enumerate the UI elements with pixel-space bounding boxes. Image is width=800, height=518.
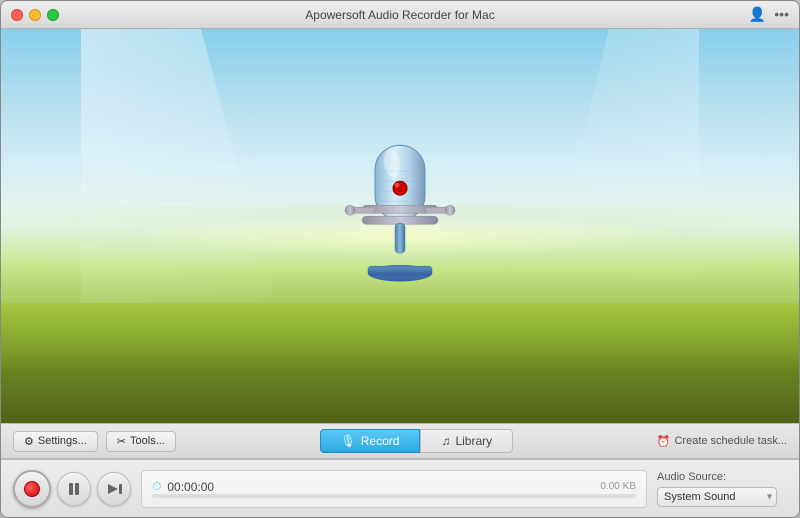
play-skip-button[interactable] (97, 472, 131, 506)
tools-button[interactable]: ✂ Tools... (106, 431, 176, 452)
pause-button[interactable] (57, 472, 91, 506)
light-ray-left (81, 29, 281, 329)
music-tab-icon: ♫ (441, 434, 450, 448)
transport-controls (13, 470, 131, 508)
minimize-button[interactable] (29, 9, 41, 21)
toolbar-right: ⏰ Create schedule task... (657, 435, 787, 448)
window-title: Apowersoft Audio Recorder for Mac (305, 8, 494, 22)
schedule-button[interactable]: ⏰ Create schedule task... (657, 435, 787, 448)
pause-bar-right (75, 483, 79, 495)
gear-icon: ⚙ (24, 435, 34, 448)
library-tab-label: Library (455, 434, 492, 448)
time-display: 00:00:00 (167, 480, 214, 494)
titlebar-right-icons: 👤 ••• (749, 6, 789, 23)
microphone-illustration (340, 133, 460, 293)
library-tab[interactable]: ♫ Library (420, 429, 513, 453)
clock-icon: ⏱ (152, 479, 161, 494)
settings-label: Settings... (38, 435, 87, 447)
tools-label: Tools... (130, 435, 165, 447)
toolbar: ⚙ Settings... ✂ Tools... 🎙 Record ♫ Libr… (1, 423, 799, 459)
tab-group: 🎙 Record ♫ Library (184, 429, 649, 453)
file-size-display: 0.00 KB (600, 481, 636, 492)
mic-tab-icon: 🎙 (341, 434, 356, 448)
user-icon: 👤 (749, 6, 766, 23)
progress-top-row: ⏱ 00:00:00 0.00 KB (152, 479, 636, 494)
record-button[interactable] (13, 470, 51, 508)
skip-bar (119, 484, 122, 494)
grass-area (1, 303, 799, 423)
progress-bar (152, 494, 636, 498)
record-indicator (24, 481, 40, 497)
tools-icon: ✂ (117, 435, 126, 448)
main-area (1, 29, 799, 423)
close-button[interactable] (11, 9, 23, 21)
maximize-button[interactable] (47, 9, 59, 21)
play-icon (108, 484, 118, 494)
menu-icon[interactable]: ••• (774, 6, 789, 23)
progress-area: ⏱ 00:00:00 0.00 KB (141, 470, 647, 508)
record-tab[interactable]: 🎙 Record (320, 429, 421, 453)
pause-bar-left (69, 483, 73, 495)
record-tab-label: Record (361, 434, 400, 448)
schedule-icon: ⏰ (657, 435, 671, 448)
titlebar: Apowersoft Audio Recorder for Mac 👤 ••• (1, 1, 799, 29)
audio-source-label: Audio Source: (657, 471, 787, 483)
schedule-label: Create schedule task... (674, 435, 787, 447)
audio-source-select[interactable]: System Sound Microphone Both (657, 487, 777, 507)
bottom-bar: ⏱ 00:00:00 0.00 KB Audio Source: System … (1, 459, 799, 517)
settings-button[interactable]: ⚙ Settings... (13, 431, 98, 452)
app-window: Apowersoft Audio Recorder for Mac 👤 ••• (0, 0, 800, 518)
audio-source-select-wrapper[interactable]: System Sound Microphone Both (657, 487, 777, 507)
audio-source-area: Audio Source: System Sound Microphone Bo… (657, 471, 787, 507)
window-controls (11, 9, 59, 21)
